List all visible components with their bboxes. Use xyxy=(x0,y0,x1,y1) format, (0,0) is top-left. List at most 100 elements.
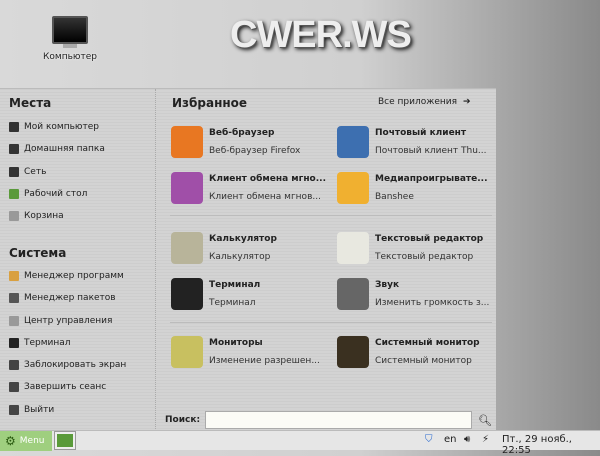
favorite-app[interactable]: Терминал Терминал xyxy=(171,278,331,318)
monitors-icon xyxy=(171,336,203,368)
search-label: Поиск: xyxy=(165,415,201,425)
menu-button-label: Menu xyxy=(19,436,45,446)
menu-item-label: Заблокировать экран xyxy=(24,360,127,370)
menu-left-panel: Места Мой компьютер Домашняя папка Сеть Раб… xyxy=(0,89,156,431)
separator xyxy=(170,215,492,216)
package-manager-icon xyxy=(9,293,19,303)
all-apps-label: Все приложения xyxy=(378,97,458,107)
menu-item-label: Выйти xyxy=(24,405,55,415)
app-title: Медиапроигрывате... xyxy=(375,174,488,184)
menu-item-label: Сеть xyxy=(24,167,47,177)
app-subtitle: Изменение разрешен... xyxy=(209,356,320,366)
menu-item-label: Терминал xyxy=(24,338,71,348)
app-subtitle: Веб-браузер Firefox xyxy=(209,146,301,156)
app-title: Терминал xyxy=(209,280,261,290)
app-title: Текстовый редактор xyxy=(375,234,484,244)
app-subtitle: Текстовый редактор xyxy=(375,252,474,262)
calculator-icon xyxy=(171,232,203,264)
terminal-icon xyxy=(171,278,203,310)
app-title: Мониторы xyxy=(209,338,263,348)
arrow-right-icon: ➔ xyxy=(463,97,471,107)
gear-icon: ⚙ xyxy=(5,434,16,448)
menu-item-label: Корзина xyxy=(24,211,64,221)
menu-item[interactable]: Терминал xyxy=(9,335,71,351)
desktop-icon-label: Компьютер xyxy=(43,52,97,62)
menu-item[interactable]: Выйти xyxy=(9,402,54,418)
menu-item[interactable]: Домашняя папка xyxy=(9,141,105,157)
app-title: Системный монитор xyxy=(375,338,480,348)
favorite-app[interactable]: Звук Изменить громкость з... xyxy=(337,278,497,318)
menu-item[interactable]: Завершить сеанс xyxy=(9,379,106,395)
favorite-app[interactable]: Почтовый клиент Почтовый клиент Thu... xyxy=(337,126,497,166)
banshee-icon xyxy=(337,172,369,204)
favorite-app[interactable]: Калькулятор Калькулятор xyxy=(171,232,331,272)
text-editor-icon xyxy=(337,232,369,264)
sound-icon xyxy=(337,278,369,310)
clock[interactable]: Пт., 29 нояб., 22:55 xyxy=(502,434,600,456)
logout-icon xyxy=(9,382,19,392)
start-menu: Места Мой компьютер Домашняя папка Сеть Раб… xyxy=(0,88,497,431)
trash-icon xyxy=(9,211,19,221)
app-title: Веб-браузер xyxy=(209,128,275,138)
desktop-icon xyxy=(9,189,19,199)
power-icon xyxy=(9,405,19,415)
menu-item[interactable]: Сеть xyxy=(9,164,46,180)
pidgin-icon xyxy=(171,172,203,204)
app-title: Почтовый клиент xyxy=(375,128,467,138)
menu-item[interactable]: Центр управления xyxy=(9,313,112,329)
network-cable-icon[interactable]: ⚡︎ xyxy=(482,434,489,445)
search-icon[interactable]: 🔍︎ xyxy=(478,414,492,427)
app-subtitle: Калькулятор xyxy=(209,252,271,262)
menu-item[interactable]: Мой компьютер xyxy=(9,119,99,135)
favorite-app[interactable]: Медиапроигрывате... Banshee xyxy=(337,172,497,212)
lock-icon xyxy=(9,360,19,370)
control-center-icon xyxy=(9,316,19,326)
menu-item[interactable]: Менеджер пакетов xyxy=(9,290,116,306)
thunderbird-icon xyxy=(337,126,369,158)
firefox-icon xyxy=(171,126,203,158)
app-title: Звук xyxy=(375,280,400,290)
favorite-app[interactable]: Мониторы Изменение разрешен... xyxy=(171,336,331,376)
app-subtitle: Клиент обмена мгнов... xyxy=(209,192,321,202)
keyboard-layout[interactable]: en xyxy=(444,434,457,445)
favorite-app[interactable]: Текстовый редактор Текстовый редактор xyxy=(337,232,497,272)
menu-item-label: Менеджер пакетов xyxy=(24,293,116,303)
menu-item-label: Рабочий стол xyxy=(24,189,88,199)
system-monitor-icon xyxy=(337,336,369,368)
app-subtitle: Терминал xyxy=(209,298,256,308)
favorites-header: Избранное xyxy=(172,96,248,110)
menu-item-label: Менеджер программ xyxy=(24,271,124,281)
taskbar: ⚙ Menu ⛉ en 🔊︎ ⚡︎ Пт., 29 нояб., 22:55 xyxy=(0,430,600,456)
favorite-app[interactable]: Веб-браузер Веб-браузер Firefox xyxy=(171,126,331,166)
menu-item[interactable]: Корзина xyxy=(9,208,64,224)
show-desktop-button[interactable] xyxy=(54,431,76,450)
places-header: Места xyxy=(9,96,52,110)
network-icon xyxy=(9,167,19,177)
menu-item-label: Мой компьютер xyxy=(24,122,99,132)
terminal-icon xyxy=(9,338,19,348)
app-subtitle: Системный монитор xyxy=(375,356,472,366)
app-title: Калькулятор xyxy=(209,234,277,244)
menu-item[interactable]: Заблокировать экран xyxy=(9,357,126,373)
desktop-computer-icon[interactable]: Компьютер xyxy=(30,16,110,62)
app-subtitle: Banshee xyxy=(375,192,414,202)
menu-item-label: Домашняя папка xyxy=(24,144,105,154)
system-header: Система xyxy=(9,246,67,260)
home-icon xyxy=(9,144,19,154)
menu-button[interactable]: ⚙ Menu xyxy=(0,431,52,451)
volume-icon[interactable]: 🔊︎ xyxy=(464,434,470,445)
search-input[interactable] xyxy=(205,411,472,429)
menu-item[interactable]: Менеджер программ xyxy=(9,268,124,284)
separator xyxy=(170,322,492,323)
wallpaper-logo: CWER.WS xyxy=(230,14,412,56)
favorite-app[interactable]: Системный монитор Системный монитор xyxy=(337,336,497,376)
menu-item-label: Завершить сеанс xyxy=(24,382,107,392)
menu-item-label: Центр управления xyxy=(24,316,113,326)
menu-item[interactable]: Рабочий стол xyxy=(9,186,87,202)
computer-icon xyxy=(9,122,19,132)
monitor-icon xyxy=(52,16,88,44)
app-subtitle: Изменить громкость з... xyxy=(375,298,490,308)
all-apps-button[interactable]: Все приложения ➔ xyxy=(378,97,471,107)
update-shield-icon[interactable]: ⛉ xyxy=(425,434,433,445)
favorite-app[interactable]: Клиент обмена мгно... Клиент обмена мгнов… xyxy=(171,172,331,212)
